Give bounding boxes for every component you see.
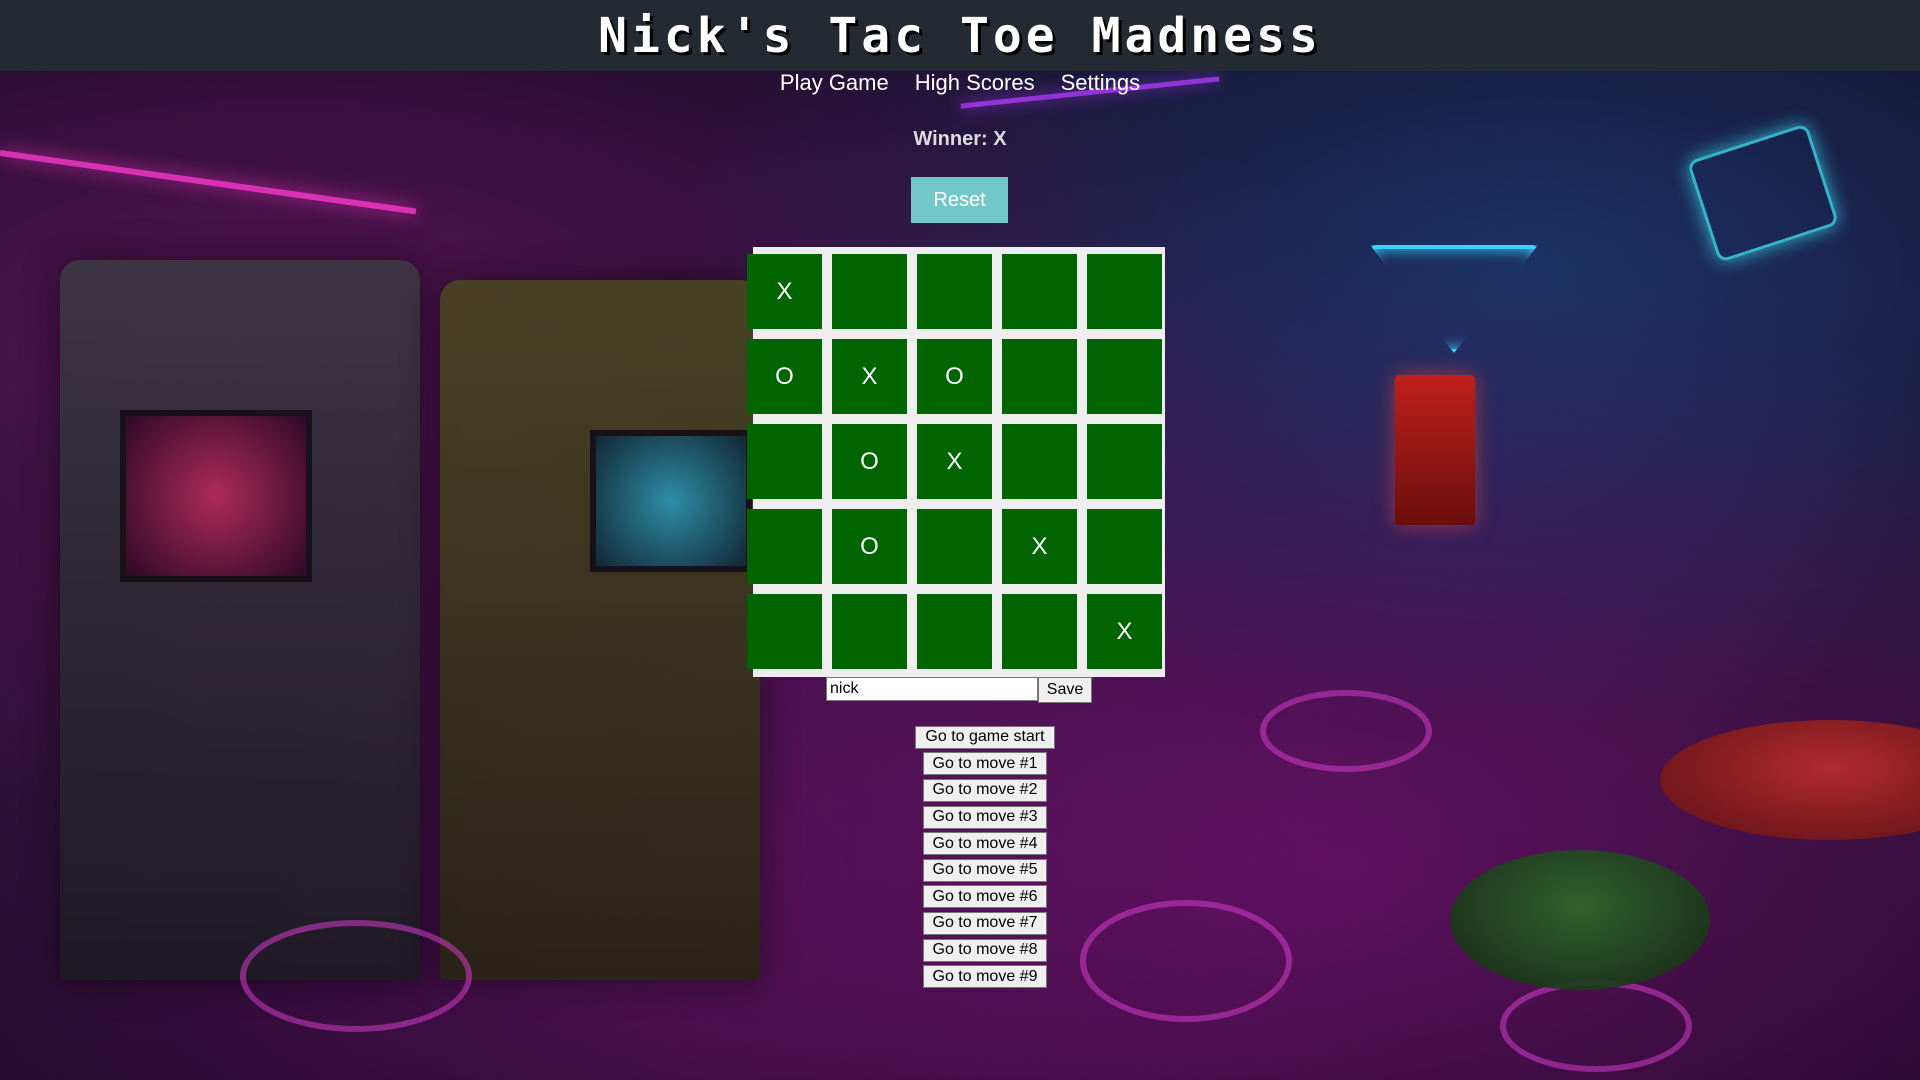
board-cell[interactable]: X (747, 254, 822, 329)
background-vending-machine (1395, 375, 1475, 525)
move-history-list: Go to game start Go to move #1 Go to move … (0, 724, 1920, 990)
board-cell[interactable] (832, 594, 907, 669)
go-to-move-button[interactable]: Go to move #2 (922, 778, 1048, 802)
board-cell[interactable]: O (747, 339, 822, 414)
save-score-form: Save (826, 677, 1092, 703)
main-nav: Play Game High Scores Settings (0, 70, 1920, 96)
player-name-input[interactable] (826, 677, 1038, 701)
board-cell[interactable] (917, 594, 992, 669)
reset-button[interactable]: Reset (911, 177, 1008, 223)
page-title: Nick's Tac Toe Madness (598, 7, 1322, 64)
list-item: Go to move #7 (922, 910, 1048, 937)
list-item: Go to move #6 (922, 884, 1048, 911)
board-cell[interactable]: X (832, 339, 907, 414)
background-neon-sign (1370, 245, 1538, 353)
go-to-move-button[interactable]: Go to move #4 (922, 832, 1048, 856)
list-item: Go to game start (915, 724, 1055, 751)
header-bar: Nick's Tac Toe Madness (0, 0, 1920, 71)
board-cell[interactable] (1087, 424, 1162, 499)
board-cell[interactable] (1087, 509, 1162, 584)
save-button[interactable]: Save (1038, 677, 1092, 703)
list-item: Go to move #8 (922, 937, 1048, 964)
list-item: Go to move #5 (922, 857, 1048, 884)
go-to-move-button[interactable]: Go to move #9 (922, 965, 1048, 989)
board-cell[interactable] (1087, 254, 1162, 329)
board-cell[interactable] (1002, 424, 1077, 499)
go-to-move-button[interactable]: Go to move #3 (922, 805, 1048, 829)
board-cell[interactable] (747, 424, 822, 499)
board-cell[interactable] (832, 254, 907, 329)
nav-settings[interactable]: Settings (1061, 70, 1141, 96)
board-cell[interactable]: O (832, 509, 907, 584)
list-item: Go to move #9 (922, 963, 1048, 990)
board-cell[interactable] (1002, 594, 1077, 669)
board-cell[interactable] (747, 594, 822, 669)
go-to-move-button[interactable]: Go to move #1 (922, 752, 1048, 776)
nav-high-scores[interactable]: High Scores (915, 70, 1035, 96)
board-cell[interactable] (747, 509, 822, 584)
game-status: Winner: X (913, 128, 1007, 150)
list-item: Go to move #4 (922, 830, 1048, 857)
list-item: Go to move #3 (922, 804, 1048, 831)
board-cell[interactable]: X (917, 424, 992, 499)
board-cell[interactable]: X (1002, 509, 1077, 584)
game-board: XOXOOXOXX (747, 247, 1165, 677)
nav-play-game[interactable]: Play Game (780, 70, 889, 96)
board-cell[interactable] (1087, 339, 1162, 414)
go-to-game-start-button[interactable]: Go to game start (915, 725, 1055, 749)
background-carpet-ring (1500, 980, 1692, 1072)
go-to-move-button[interactable]: Go to move #7 (922, 911, 1048, 935)
board-cell[interactable] (917, 509, 992, 584)
board-cell[interactable]: O (832, 424, 907, 499)
go-to-move-button[interactable]: Go to move #8 (922, 938, 1048, 962)
list-item: Go to move #1 (922, 751, 1048, 778)
list-item: Go to move #2 (922, 777, 1048, 804)
background-neon-light (0, 150, 417, 215)
go-to-move-button[interactable]: Go to move #5 (922, 858, 1048, 882)
go-to-move-button[interactable]: Go to move #6 (922, 885, 1048, 909)
board-cell[interactable]: X (1087, 594, 1162, 669)
board-cell[interactable] (917, 254, 992, 329)
board-cell[interactable]: O (917, 339, 992, 414)
board-cell[interactable] (1002, 339, 1077, 414)
board-cell[interactable] (1002, 254, 1077, 329)
